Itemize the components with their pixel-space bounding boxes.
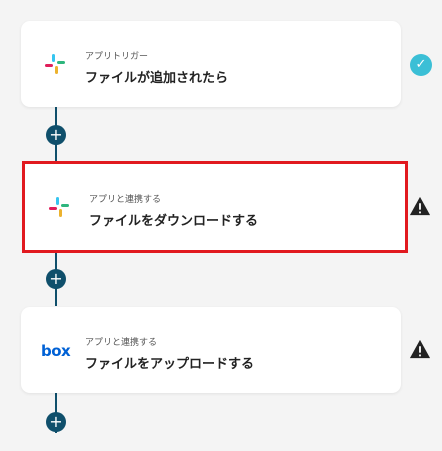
step-type-label: アプリトリガー bbox=[85, 52, 149, 62]
warning-icon bbox=[409, 196, 431, 216]
box-icon: box bbox=[41, 342, 71, 360]
step-card-download[interactable]: アプリと連携する ファイルをダウンロードする bbox=[22, 161, 408, 253]
step-card-trigger[interactable]: アプリトリガー ファイルが追加されたら bbox=[21, 21, 401, 107]
step-card-upload[interactable]: box アプリと連携する ファイルをアップロードする bbox=[21, 307, 401, 393]
step-type-label: アプリと連携する bbox=[89, 195, 162, 205]
add-step-button[interactable]: + bbox=[46, 125, 66, 145]
step-title: ファイルをダウンロードする bbox=[89, 214, 259, 229]
step-title: ファイルが追加されたら bbox=[85, 71, 229, 86]
step-title: ファイルをアップロードする bbox=[85, 357, 255, 372]
warning-icon bbox=[409, 339, 431, 359]
add-step-button[interactable]: + bbox=[46, 412, 66, 432]
check-icon: ✓ bbox=[410, 54, 432, 76]
add-step-button[interactable]: + bbox=[46, 269, 66, 289]
slack-icon bbox=[45, 54, 65, 74]
slack-icon bbox=[49, 197, 69, 217]
step-type-label: アプリと連携する bbox=[85, 338, 158, 348]
